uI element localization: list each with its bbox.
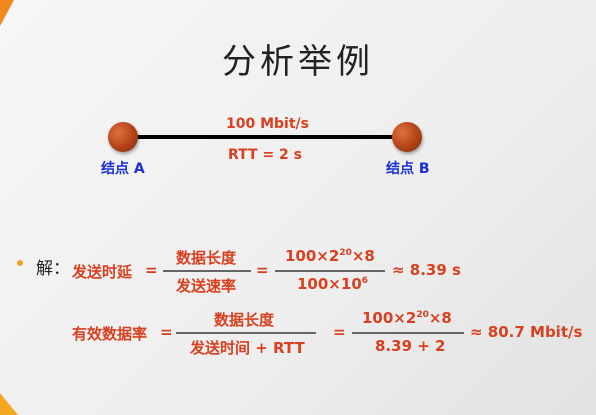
fraction3-denominator: 发送时间 + RTT	[190, 339, 305, 357]
fraction1-numerator: 数据长度	[176, 249, 237, 267]
delay-label: 发送时延	[72, 263, 133, 281]
equals-sign-4: =	[333, 323, 346, 341]
equals-sign-3: =	[160, 323, 173, 341]
utilization-label: 有效数据率	[72, 325, 148, 343]
fraction3-bar	[176, 332, 316, 334]
node-a-label: 结点 A	[101, 161, 145, 177]
fraction3-numerator: 数据长度	[214, 311, 275, 329]
node-b-label: 结点 B	[386, 161, 430, 177]
fraction2-numerator: 100×220×8	[285, 247, 375, 265]
fraction2-bar	[275, 270, 385, 272]
node-b-circle	[392, 122, 422, 152]
corner-decoration-top	[0, 0, 14, 26]
equals-sign-2: =	[256, 261, 269, 279]
bandwidth-label: 100 Mbit/s	[226, 116, 309, 132]
fraction4-denominator: 8.39 + 2	[375, 337, 446, 355]
result-delay: ≈ 8.39 s	[392, 261, 461, 279]
fraction4-numerator: 100×220×8	[362, 309, 452, 327]
link-line	[124, 135, 408, 139]
fraction1-denominator: 发送速率	[176, 277, 237, 295]
fraction2-denominator: 100×106	[297, 275, 369, 293]
solution-prefix: 解：	[36, 259, 70, 279]
corner-decoration-bottom	[0, 393, 18, 415]
fraction4-bar	[352, 332, 464, 334]
rtt-label: RTT = 2 s	[228, 147, 302, 163]
bullet-icon	[17, 260, 23, 266]
fraction1-bar	[163, 270, 251, 272]
result-throughput: ≈ 80.7 Mbit/s	[470, 323, 583, 341]
slide-title: 分析举例	[222, 42, 374, 82]
equals-sign-1: =	[145, 261, 158, 279]
node-a-circle	[108, 122, 138, 152]
